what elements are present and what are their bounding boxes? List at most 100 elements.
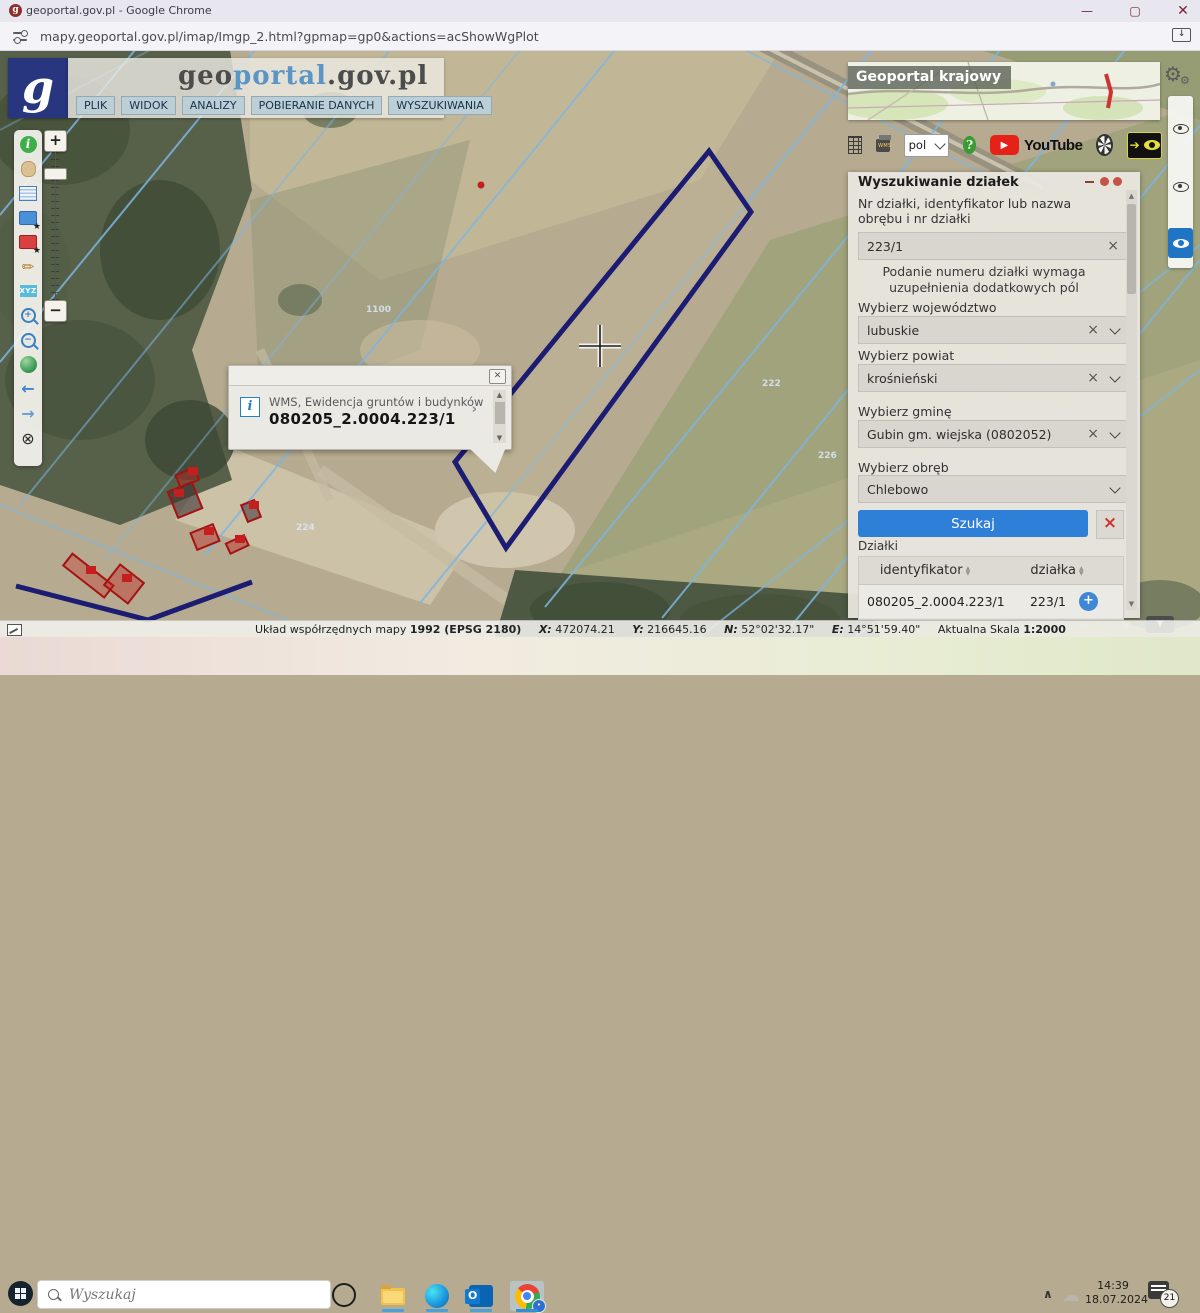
zoom-in-icon[interactable]: + xyxy=(18,306,38,326)
youtube-label: YouTube xyxy=(1024,137,1082,154)
active-eye-icon[interactable] xyxy=(1168,228,1193,258)
previous-view-icon[interactable]: ← xyxy=(18,379,38,399)
bip-wheel-icon[interactable] xyxy=(1096,134,1113,156)
clear-icon[interactable]: × xyxy=(1087,370,1099,386)
column-dzialka[interactable]: działka▲▼ xyxy=(991,563,1123,578)
tray-expand-chevron[interactable]: ∧ xyxy=(1043,1287,1053,1301)
parcel-number-label: Nr działki, identyfikator lub nazwa obrę… xyxy=(858,196,1108,226)
measure-area-icon[interactable] xyxy=(7,624,22,636)
popup-close-icon[interactable]: ✕ xyxy=(489,369,506,384)
menu-plik[interactable]: PLIK xyxy=(76,96,115,115)
popup-scrollbar[interactable]: ▲ ▼ xyxy=(493,390,506,443)
x-label: X: xyxy=(539,623,552,636)
close-button[interactable]: ✕ xyxy=(1168,2,1198,20)
scrollbar-thumb[interactable] xyxy=(495,402,505,424)
scroll-up-icon[interactable]: ▲ xyxy=(1127,192,1136,200)
panel-scrollbar[interactable]: ▲ ▼ xyxy=(1126,190,1137,610)
settings-gear-icon[interactable]: ⚙⚙ xyxy=(1164,62,1194,90)
eye-icon[interactable] xyxy=(1173,124,1189,134)
scroll-down-icon[interactable]: ▼ xyxy=(493,434,506,442)
full-extent-globe-icon[interactable] xyxy=(18,355,38,375)
remove-wms-icon[interactable]: ★ xyxy=(18,232,38,252)
scroll-down-icon[interactable]: ▼ xyxy=(1127,600,1136,608)
column-identyfikator[interactable]: identyfikator▲▼ xyxy=(859,563,991,578)
panel-minimize-icon[interactable] xyxy=(1085,181,1094,183)
cancel-search-button[interactable]: × xyxy=(1096,510,1124,539)
popup-titlebar[interactable] xyxy=(229,366,511,386)
onedrive-cloud-icon[interactable]: ☁ xyxy=(1062,1285,1080,1306)
search-placeholder: Wyszukaj xyxy=(69,1287,136,1303)
e-label: E: xyxy=(832,623,844,636)
info-icon[interactable]: i xyxy=(18,134,38,154)
pan-hand-icon[interactable] xyxy=(18,159,38,179)
wms-source-line: WMS, Ewidencja gruntów i budynków xyxy=(269,395,483,409)
print-icon[interactable] xyxy=(876,139,890,152)
windows-logo-icon xyxy=(15,1288,27,1300)
accessibility-contrast-toggle[interactable]: ➔ xyxy=(1127,132,1162,159)
clear-icon[interactable]: × xyxy=(1087,426,1099,442)
taskbar-file-explorer[interactable] xyxy=(376,1281,410,1311)
zoom-out-icon[interactable]: − xyxy=(18,330,38,350)
maximize-button[interactable]: ▢ xyxy=(1120,2,1150,20)
parcel-search-panel: Wyszukiwanie działek Nr działki, identyf… xyxy=(848,172,1140,618)
menu-pobieranie-danych[interactable]: POBIERANIE DANYCH xyxy=(251,96,383,115)
chevron-down-icon[interactable] xyxy=(1109,427,1120,438)
eye-icon[interactable] xyxy=(1173,182,1189,192)
scroll-up-icon[interactable]: ▲ xyxy=(493,391,506,399)
clear-selection-icon[interactable]: ⊗ xyxy=(18,428,38,448)
taskbar-edge[interactable] xyxy=(420,1281,454,1311)
start-button[interactable] xyxy=(8,1281,33,1306)
draw-measure-icon[interactable]: ✏ xyxy=(18,257,38,277)
taskbar-chrome-active[interactable]: • xyxy=(510,1281,544,1311)
n-label: N: xyxy=(724,623,738,636)
clear-icon[interactable]: × xyxy=(1087,322,1099,338)
district-select[interactable]: Chlebowo xyxy=(858,475,1128,503)
chevron-down-icon[interactable] xyxy=(1109,482,1120,493)
zoom-in-button[interactable]: + xyxy=(44,130,67,152)
county-select[interactable]: krośnieński × xyxy=(858,364,1128,392)
xyz-coordinates-icon[interactable]: XYZ xyxy=(18,281,38,301)
tune-icon[interactable] xyxy=(13,31,27,42)
eye-icon xyxy=(1144,140,1160,150)
search-icon xyxy=(48,1289,59,1300)
taskbar-outlook[interactable] xyxy=(464,1281,498,1311)
voivodeship-label: Wybierz województwo xyxy=(858,300,1108,315)
table-row[interactable]: 080205_2.0004.223/1 223/1 + xyxy=(859,585,1123,618)
language-select[interactable]: pol xyxy=(904,134,950,157)
map-point-marker xyxy=(478,182,485,189)
parcel-number-input[interactable]: 223/1 × xyxy=(858,232,1128,260)
zoom-slider-handle[interactable] xyxy=(44,168,67,180)
search-button[interactable]: Szukaj xyxy=(858,510,1088,537)
voivodeship-select[interactable]: lubuskie × xyxy=(858,316,1128,344)
minimize-button[interactable]: — xyxy=(1072,2,1102,20)
wordmark-portal: portal xyxy=(233,61,327,91)
scrollbar-thumb[interactable] xyxy=(1127,204,1136,294)
next-view-icon[interactable]: → xyxy=(18,404,38,424)
menu-wyszukiwania[interactable]: WYSZUKIWANIA xyxy=(388,96,491,115)
youtube-link[interactable]: ▶ YouTube xyxy=(990,135,1082,155)
taskbar-clock[interactable]: 14:39 18.07.2024 xyxy=(1085,1279,1141,1307)
next-result-chevron[interactable]: › xyxy=(472,402,477,417)
chevron-down-icon[interactable] xyxy=(1109,323,1120,334)
clear-field-icon[interactable]: × xyxy=(1107,238,1119,254)
panel-close-icon[interactable] xyxy=(1113,177,1122,186)
zoom-to-parcel-button[interactable]: + xyxy=(1079,592,1098,611)
panel-controls xyxy=(1085,177,1122,186)
legend-grid-icon[interactable] xyxy=(848,136,862,154)
panel-help-icon[interactable] xyxy=(1100,177,1109,186)
taskbar-search-box[interactable]: Wyszukaj xyxy=(37,1280,331,1309)
layers-table-icon[interactable] xyxy=(18,183,38,203)
chevron-down-icon[interactable] xyxy=(1109,371,1120,382)
geoportal-logo[interactable]: g xyxy=(8,58,68,118)
commune-select[interactable]: Gubin gm. wiejska (0802052) × xyxy=(858,420,1128,448)
help-icon[interactable]: ? xyxy=(963,136,976,154)
menu-analizy[interactable]: ANALIZY xyxy=(182,96,245,115)
file-explorer-icon xyxy=(381,1288,405,1305)
zoom-out-button[interactable]: − xyxy=(44,300,67,322)
add-wms-icon[interactable]: ★ xyxy=(18,208,38,228)
install-app-icon[interactable]: ↓ xyxy=(1172,28,1191,42)
menu-widok[interactable]: WIDOK xyxy=(121,96,175,115)
arrow-icon: ➔ xyxy=(1130,138,1140,152)
cortana-button[interactable] xyxy=(332,1283,356,1307)
url-field[interactable]: mapy.geoportal.gov.pl/imap/Imgp_2.html?g… xyxy=(40,29,539,44)
